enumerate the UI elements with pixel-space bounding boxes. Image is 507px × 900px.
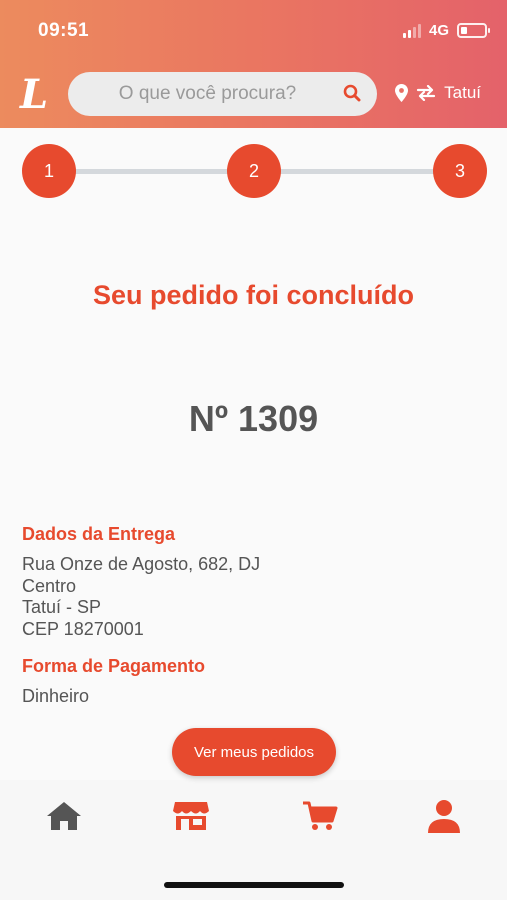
payment-heading: Forma de Pagamento — [22, 656, 206, 676]
user-icon — [428, 800, 460, 833]
location-label: Tatuí — [444, 83, 481, 102]
delivery-address-district: Centro — [22, 576, 77, 596]
order-number: Nº 1309 — [188, 398, 319, 439]
search-bar[interactable] — [68, 72, 377, 116]
step-1: 1 — [22, 144, 76, 198]
tab-cart[interactable] — [300, 796, 340, 836]
cart-icon — [303, 801, 338, 830]
swap-arrows-icon — [417, 85, 436, 101]
home-indicator[interactable] — [164, 882, 344, 888]
delivery-heading: Dados da Entrega — [22, 524, 176, 544]
network-type: 4G — [428, 22, 449, 39]
search-input[interactable] — [68, 72, 377, 116]
search-icon[interactable] — [343, 84, 361, 102]
location-selector[interactable]: Tatuí — [395, 83, 481, 103]
map-pin-icon — [395, 84, 409, 102]
status-time: 09:51 — [38, 20, 90, 41]
delivery-address-city: Tatuí - SP — [22, 597, 102, 617]
store-icon — [173, 802, 209, 830]
tab-profile[interactable] — [424, 796, 464, 836]
step-2: 2 — [227, 144, 281, 198]
app-header: 09:51 4G L Tatuí — [0, 0, 507, 128]
tab-store[interactable] — [171, 796, 211, 836]
status-indicators: 4G — [402, 22, 490, 39]
page-title: Seu pedido foi concluído — [93, 280, 414, 310]
home-icon — [47, 802, 81, 830]
checkout-stepper: 1 2 3 — [22, 144, 487, 198]
signal-icon — [402, 23, 421, 38]
tab-home[interactable] — [44, 796, 84, 836]
app-logo[interactable]: L — [20, 73, 48, 117]
battery-icon — [457, 23, 490, 38]
step-3: 3 — [433, 144, 487, 198]
payment-method: Dinheiro — [22, 686, 90, 706]
delivery-address-zip: CEP 18270001 — [22, 619, 144, 639]
delivery-address-street: Rua Onze de Agosto, 682, DJ — [22, 554, 261, 574]
view-orders-button[interactable]: Ver meus pedidos — [172, 728, 336, 776]
